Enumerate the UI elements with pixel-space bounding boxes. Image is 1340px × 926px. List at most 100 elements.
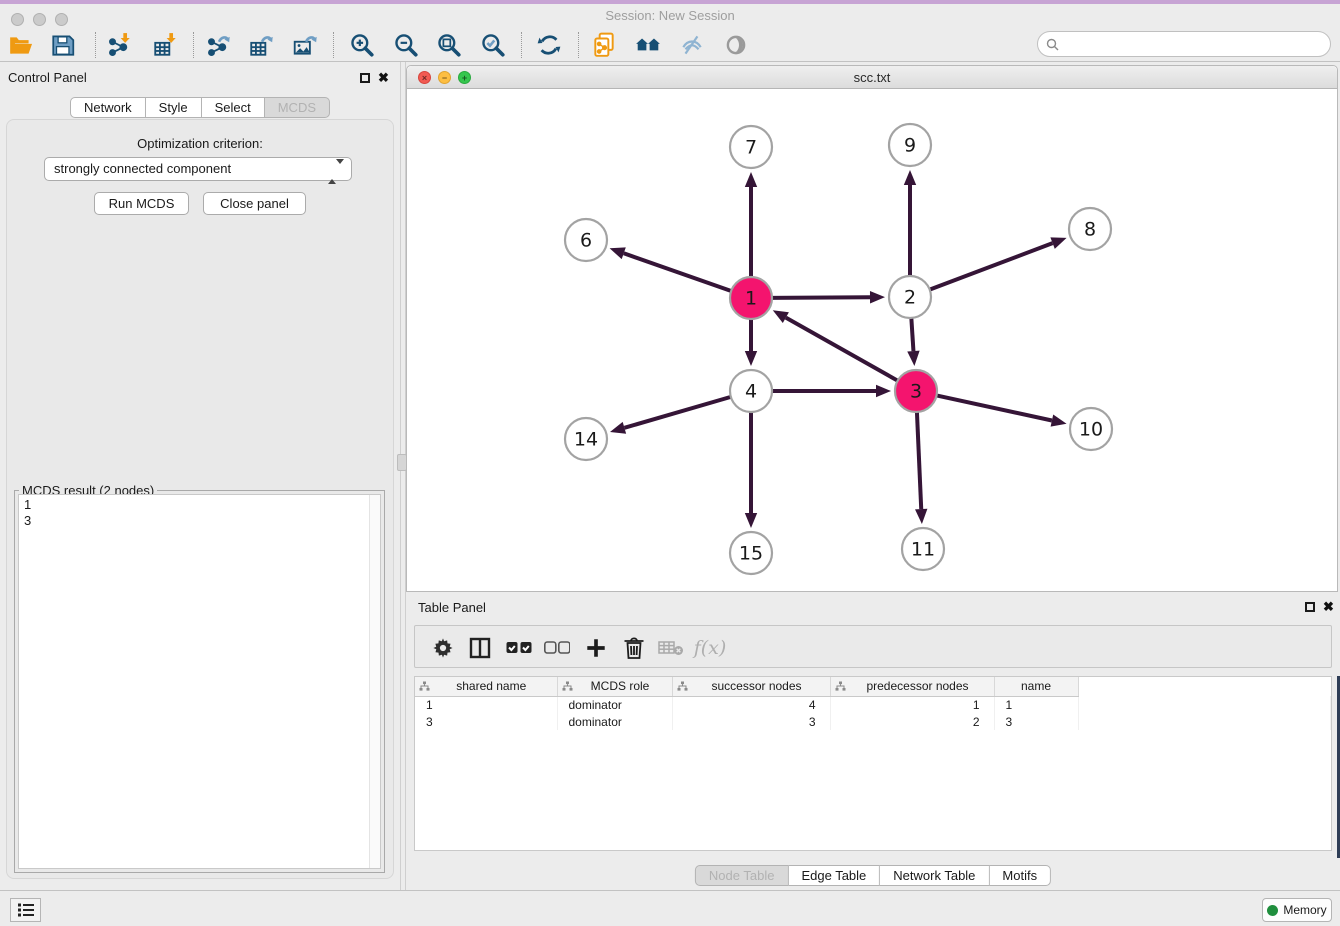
memory-button[interactable]: Memory — [1262, 898, 1332, 922]
add-column-icon[interactable] — [581, 633, 611, 663]
close-panel-button[interactable]: Close panel — [203, 192, 306, 215]
cell-predecessor_nodes[interactable]: 2 — [830, 713, 994, 730]
table-row[interactable]: 3dominator323 — [415, 713, 1331, 730]
table-toolbar: f(x) — [414, 625, 1332, 668]
control-panel-header: Control Panel ✖ — [0, 70, 400, 90]
export-network-icon[interactable] — [204, 31, 232, 59]
column-header-MCDS-role[interactable]: MCDS role — [557, 677, 672, 696]
tab-node-table[interactable]: Node Table — [695, 865, 789, 886]
tab-edge-table[interactable]: Edge Table — [788, 865, 880, 886]
tab-select[interactable]: Select — [202, 97, 265, 118]
node-label-9: 9 — [904, 135, 916, 157]
import-network-icon[interactable] — [105, 31, 133, 59]
open-session-icon[interactable] — [7, 31, 35, 59]
edge-2-8[interactable] — [930, 243, 1053, 289]
save-session-icon[interactable] — [49, 31, 77, 59]
arrowhead-4-14 — [610, 422, 626, 434]
tab-network-table[interactable]: Network Table — [880, 865, 989, 886]
network-window-titlebar[interactable]: × − + scc.txt — [407, 66, 1337, 89]
edge-1-2[interactable] — [772, 297, 870, 298]
function-builder-icon: f(x) — [695, 633, 725, 663]
export-image-icon[interactable] — [291, 31, 319, 59]
edge-3-11[interactable] — [917, 412, 921, 509]
cell-name[interactable]: 1 — [994, 696, 1078, 713]
cell-successor_nodes[interactable]: 3 — [672, 713, 830, 730]
column-header-predecessor-nodes[interactable]: predecessor nodes — [830, 677, 994, 696]
column-header-name[interactable]: name — [994, 677, 1078, 696]
copy-network-icon[interactable] — [590, 31, 618, 59]
show-graphics-details-icon[interactable] — [722, 31, 750, 59]
close-table-panel-icon[interactable]: ✖ — [1323, 599, 1334, 615]
close-window-icon[interactable] — [11, 13, 24, 26]
column-header-shared-name[interactable]: shared name — [415, 677, 557, 696]
app-titlebar: Session: New Session — [0, 4, 1340, 28]
node-label-2: 2 — [904, 287, 916, 309]
arrowhead-4-15 — [745, 513, 757, 528]
status-bar: Memory — [0, 890, 1340, 926]
split-columns-icon[interactable] — [465, 633, 495, 663]
optimization-criterion-select[interactable]: strongly connected component — [44, 157, 352, 181]
edge-2-3[interactable] — [911, 318, 913, 351]
delete-columns-icon[interactable] — [619, 633, 649, 663]
select-all-checkboxes-icon[interactable] — [504, 633, 534, 663]
search-input[interactable] — [1063, 34, 1330, 54]
tab-mcds[interactable]: MCDS — [265, 97, 330, 118]
zoom-out-icon[interactable] — [392, 31, 420, 59]
selected-option: strongly connected component — [54, 161, 231, 176]
tab-network[interactable]: Network — [70, 97, 146, 118]
maximize-network-icon[interactable]: + — [458, 71, 471, 84]
cell-name[interactable]: 3 — [994, 713, 1078, 730]
float-table-panel-icon[interactable] — [1305, 602, 1315, 612]
mcds-result-box: MCDS result (2 nodes) 13 — [14, 490, 385, 873]
node-label-3: 3 — [910, 381, 922, 403]
cell-mcds_role[interactable]: dominator — [557, 713, 672, 730]
task-history-button[interactable] — [10, 898, 41, 922]
refresh-layout-icon[interactable] — [535, 31, 563, 59]
table-tabs: Node TableEdge TableNetwork TableMotifs — [695, 865, 1051, 886]
table-row[interactable]: 1dominator411 — [415, 696, 1331, 713]
edge-3-10[interactable] — [937, 395, 1052, 420]
import-table-icon[interactable] — [151, 31, 179, 59]
minimize-window-icon[interactable] — [33, 13, 46, 26]
edge-3-1[interactable] — [786, 318, 898, 381]
cell-predecessor_nodes[interactable]: 1 — [830, 696, 994, 713]
network-graph-canvas[interactable]: 7968124314101511 — [407, 89, 1337, 592]
gear-icon[interactable] — [428, 633, 458, 663]
delete-table-icon — [656, 633, 686, 663]
deselect-all-checkboxes-icon[interactable] — [542, 633, 572, 663]
node-label-14: 14 — [574, 429, 598, 451]
cell-shared_name[interactable]: 3 — [415, 713, 557, 730]
cell-shared_name[interactable]: 1 — [415, 696, 557, 713]
hide-graphics-details-icon[interactable] — [678, 31, 706, 59]
cell-successor_nodes[interactable]: 4 — [672, 696, 830, 713]
mcds-result-text[interactable]: 13 — [18, 494, 381, 869]
column-header-successor-nodes[interactable]: successor nodes — [672, 677, 830, 696]
node-label-6: 6 — [580, 230, 592, 252]
cell-mcds_role[interactable]: dominator — [557, 696, 672, 713]
close-network-icon[interactable]: × — [418, 71, 431, 84]
node-table: shared nameMCDS rolesuccessor nodesprede… — [414, 676, 1332, 851]
optimization-criterion-label: Optimization criterion: — [0, 136, 400, 151]
run-mcds-button[interactable]: Run MCDS — [94, 192, 189, 215]
float-panel-icon[interactable] — [360, 73, 370, 83]
zoom-fit-icon[interactable] — [435, 31, 463, 59]
toolbar-divider — [193, 32, 194, 58]
zoom-window-icon[interactable] — [55, 13, 68, 26]
export-table-icon[interactable] — [247, 31, 275, 59]
zoom-selected-icon[interactable] — [479, 31, 507, 59]
minimize-network-icon[interactable]: − — [438, 71, 451, 84]
close-panel-icon[interactable]: ✖ — [378, 70, 389, 86]
tab-style[interactable]: Style — [146, 97, 202, 118]
search-icon — [1046, 38, 1059, 51]
result-scrollbar[interactable] — [369, 495, 380, 868]
node-label-11: 11 — [911, 539, 935, 561]
network-overview-icon[interactable] — [634, 31, 662, 59]
toolbar-divider — [95, 32, 96, 58]
edge-1-6[interactable] — [624, 253, 731, 291]
zoom-in-icon[interactable] — [348, 31, 376, 59]
memory-label: Memory — [1283, 903, 1326, 917]
tab-motifs[interactable]: Motifs — [989, 865, 1051, 886]
network-view-window: × − + scc.txt 7968124314101511 — [406, 65, 1338, 592]
arrowhead-1-7 — [745, 172, 757, 187]
edge-4-14[interactable] — [624, 397, 730, 428]
